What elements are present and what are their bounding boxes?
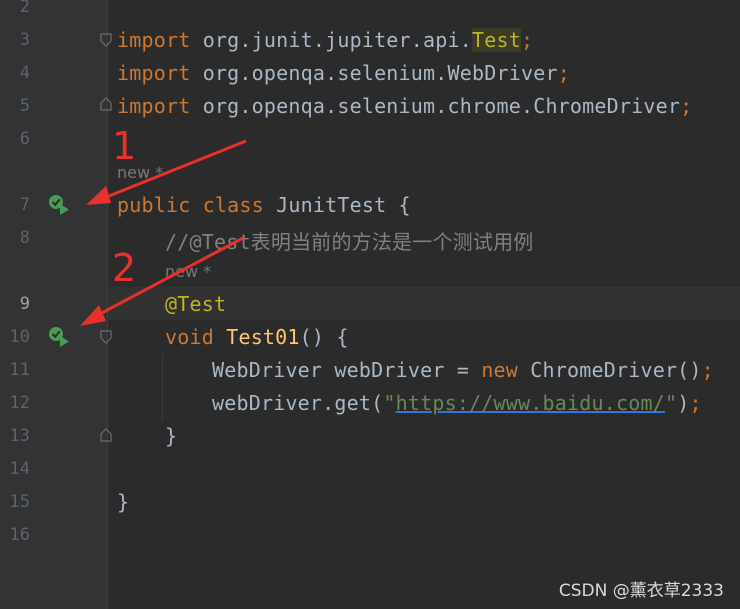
comment: //@Test表明当前的方法是一个测试用例 <box>165 230 534 254</box>
code-line-3[interactable]: import org.junit.jupiter.api.Test; <box>117 28 533 52</box>
keyword: new <box>481 358 519 382</box>
code-line-7[interactable]: public class JunitTest { <box>117 193 411 217</box>
line-number: 7 <box>19 195 30 215</box>
keyword: void <box>165 325 214 349</box>
line-number: 15 <box>9 492 30 512</box>
line-number: 2 <box>19 0 30 17</box>
fold-end-icon[interactable] <box>100 97 112 111</box>
semicolon: ; <box>701 358 714 382</box>
constructor-call: ChromeDriver() <box>518 358 702 382</box>
variable-declaration: WebDriver webDriver = <box>212 358 482 382</box>
line-number: 5 <box>19 96 30 116</box>
string-quote: " <box>664 391 678 415</box>
closing-brace: } <box>165 424 178 448</box>
keyword: import <box>117 28 191 52</box>
line-number: 8 <box>19 228 30 248</box>
string-quote: " <box>383 391 396 415</box>
line-number: 13 <box>9 426 30 446</box>
line-number: 12 <box>9 393 30 413</box>
annotation: @Test <box>165 292 227 316</box>
method-name: Test01 <box>213 325 300 349</box>
semicolon: ; <box>557 61 570 85</box>
url-link[interactable]: https://www.baidu.com/ <box>396 391 665 415</box>
code-line-15[interactable]: } <box>117 490 129 514</box>
run-test-class-icon[interactable] <box>47 193 73 217</box>
semicolon: ; <box>520 28 534 52</box>
package-name: org.junit.jupiter.api. <box>190 28 472 52</box>
class-reference: Test <box>472 28 521 52</box>
annotation-number-1: 1 <box>112 124 137 168</box>
fold-end-icon[interactable] <box>100 428 112 442</box>
line-number: 6 <box>19 129 30 149</box>
semicolon: ; <box>680 94 693 118</box>
annotation-number-2: 2 <box>112 246 137 290</box>
fold-start-icon[interactable] <box>100 330 112 344</box>
fold-start-icon[interactable] <box>100 33 112 47</box>
indent-guide <box>162 354 163 420</box>
closing-brace: } <box>117 490 130 514</box>
code-line-5[interactable]: import org.openqa.selenium.chrome.Chrome… <box>117 94 692 118</box>
inlay-hint-author[interactable]: new * <box>165 262 211 281</box>
method-params: () { <box>299 325 349 349</box>
run-test-method-icon[interactable] <box>47 325 73 349</box>
code-line-10[interactable]: void Test01() { <box>165 325 349 349</box>
semicolon: ; <box>689 391 702 415</box>
code-line-11[interactable]: WebDriver webDriver = new ChromeDriver()… <box>212 358 714 382</box>
line-number: 4 <box>19 63 30 83</box>
class-declaration: JunitTest { <box>263 193 411 217</box>
keyword: public <box>117 193 191 217</box>
code-line-13[interactable]: } <box>165 424 177 448</box>
code-line-8[interactable]: //@Test表明当前的方法是一个测试用例 <box>165 226 534 255</box>
line-number: 3 <box>19 30 30 50</box>
code-line-12[interactable]: webDriver.get("https://www.baidu.com/"); <box>212 391 702 415</box>
code-line-4[interactable]: import org.openqa.selenium.WebDriver; <box>117 61 570 85</box>
line-number: 10 <box>9 327 30 347</box>
keyword: class <box>190 193 264 217</box>
method-call: webDriver.get( <box>212 391 384 415</box>
line-number: 16 <box>9 525 30 545</box>
line-number: 9 <box>19 294 30 314</box>
line-number: 11 <box>9 360 30 380</box>
code-line-9[interactable]: @Test <box>165 292 226 316</box>
package-name: org.openqa.selenium.chrome.ChromeDriver <box>190 94 681 118</box>
keyword: import <box>117 94 191 118</box>
package-name: org.openqa.selenium.WebDriver <box>190 61 558 85</box>
line-number: 14 <box>9 459 30 479</box>
watermark: CSDN @薰衣草2333 <box>558 581 724 601</box>
keyword: import <box>117 61 191 85</box>
paren: ) <box>677 391 690 415</box>
